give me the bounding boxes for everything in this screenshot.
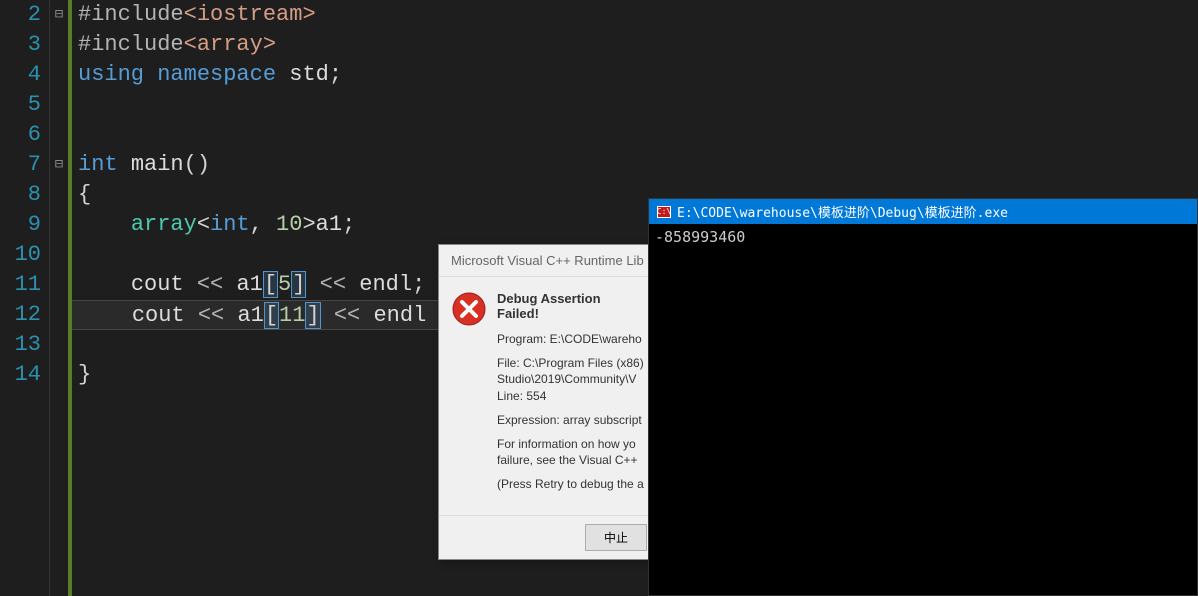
code-line: #include<array> [68,30,1198,60]
dialog-info2: failure, see the Visual C++ [497,452,645,468]
line-number: 13 [0,330,49,360]
dialog-line: Line: 554 [497,388,645,404]
code-line [68,120,1198,150]
error-icon [451,291,487,327]
dialog-program: Program: E:\CODE\wareho [497,331,645,347]
line-number: 6 [0,120,49,150]
console-icon: C:\ [657,206,671,218]
line-number: 12 [0,300,49,330]
fold-spacer [50,360,68,390]
change-indicator [68,0,72,596]
dialog-file: File: C:\Program Files (x86) [497,355,645,371]
line-number: 2 [0,0,49,30]
line-number: 4 [0,60,49,90]
console-output[interactable]: -858993460 [649,224,1197,250]
fold-spacer [50,180,68,210]
fold-spacer [50,270,68,300]
line-number: 8 [0,180,49,210]
code-line: using namespace std; [68,60,1198,90]
fold-spacer [50,300,68,330]
console-window: C:\ E:\CODE\warehouse\模板进阶\Debug\模板进阶.ex… [648,198,1198,596]
dialog-body: Debug Assertion Failed! Program: E:\CODE… [439,277,657,515]
dialog-message: Debug Assertion Failed! Program: E:\CODE… [497,291,645,501]
fold-spacer [50,210,68,240]
line-number: 3 [0,30,49,60]
dialog-info1: For information on how yo [497,436,645,452]
assertion-dialog: Microsoft Visual C++ Runtime Lib Debug A… [438,244,658,560]
line-number: 7 [0,150,49,180]
dialog-studio: Studio\2019\Community\V [497,371,645,387]
console-titlebar[interactable]: C:\ E:\CODE\warehouse\模板进阶\Debug\模板进阶.ex… [649,199,1197,224]
fold-spacer [50,330,68,360]
fold-toggle-icon[interactable]: ⊟ [50,0,68,30]
line-number-gutter: 2 3 4 5 6 7 8 9 10 11 12 13 14 [0,0,50,596]
dialog-expression: Expression: array subscript [497,412,645,428]
line-number: 10 [0,240,49,270]
fold-spacer [50,30,68,60]
fold-toggle-icon[interactable]: ⊟ [50,150,68,180]
fold-spacer [50,240,68,270]
dialog-retry: (Press Retry to debug the a [497,476,645,492]
line-number: 11 [0,270,49,300]
code-line [68,90,1198,120]
abort-button[interactable]: 中止 [585,524,647,551]
dialog-title: Microsoft Visual C++ Runtime Lib [439,245,657,277]
code-line: #include<iostream> [68,0,1198,30]
fold-column: ⊟ ⊟ [50,0,68,596]
console-title-text: E:\CODE\warehouse\模板进阶\Debug\模板进阶.exe [677,202,1008,221]
line-number: 5 [0,90,49,120]
fold-spacer [50,60,68,90]
line-number: 14 [0,360,49,390]
dialog-button-row: 中止 [439,515,657,559]
console-line: -858993460 [655,228,1191,246]
line-number: 9 [0,210,49,240]
fold-spacer [50,90,68,120]
fold-spacer [50,120,68,150]
code-line: int main() [68,150,1198,180]
dialog-heading: Debug Assertion Failed! [497,291,645,321]
